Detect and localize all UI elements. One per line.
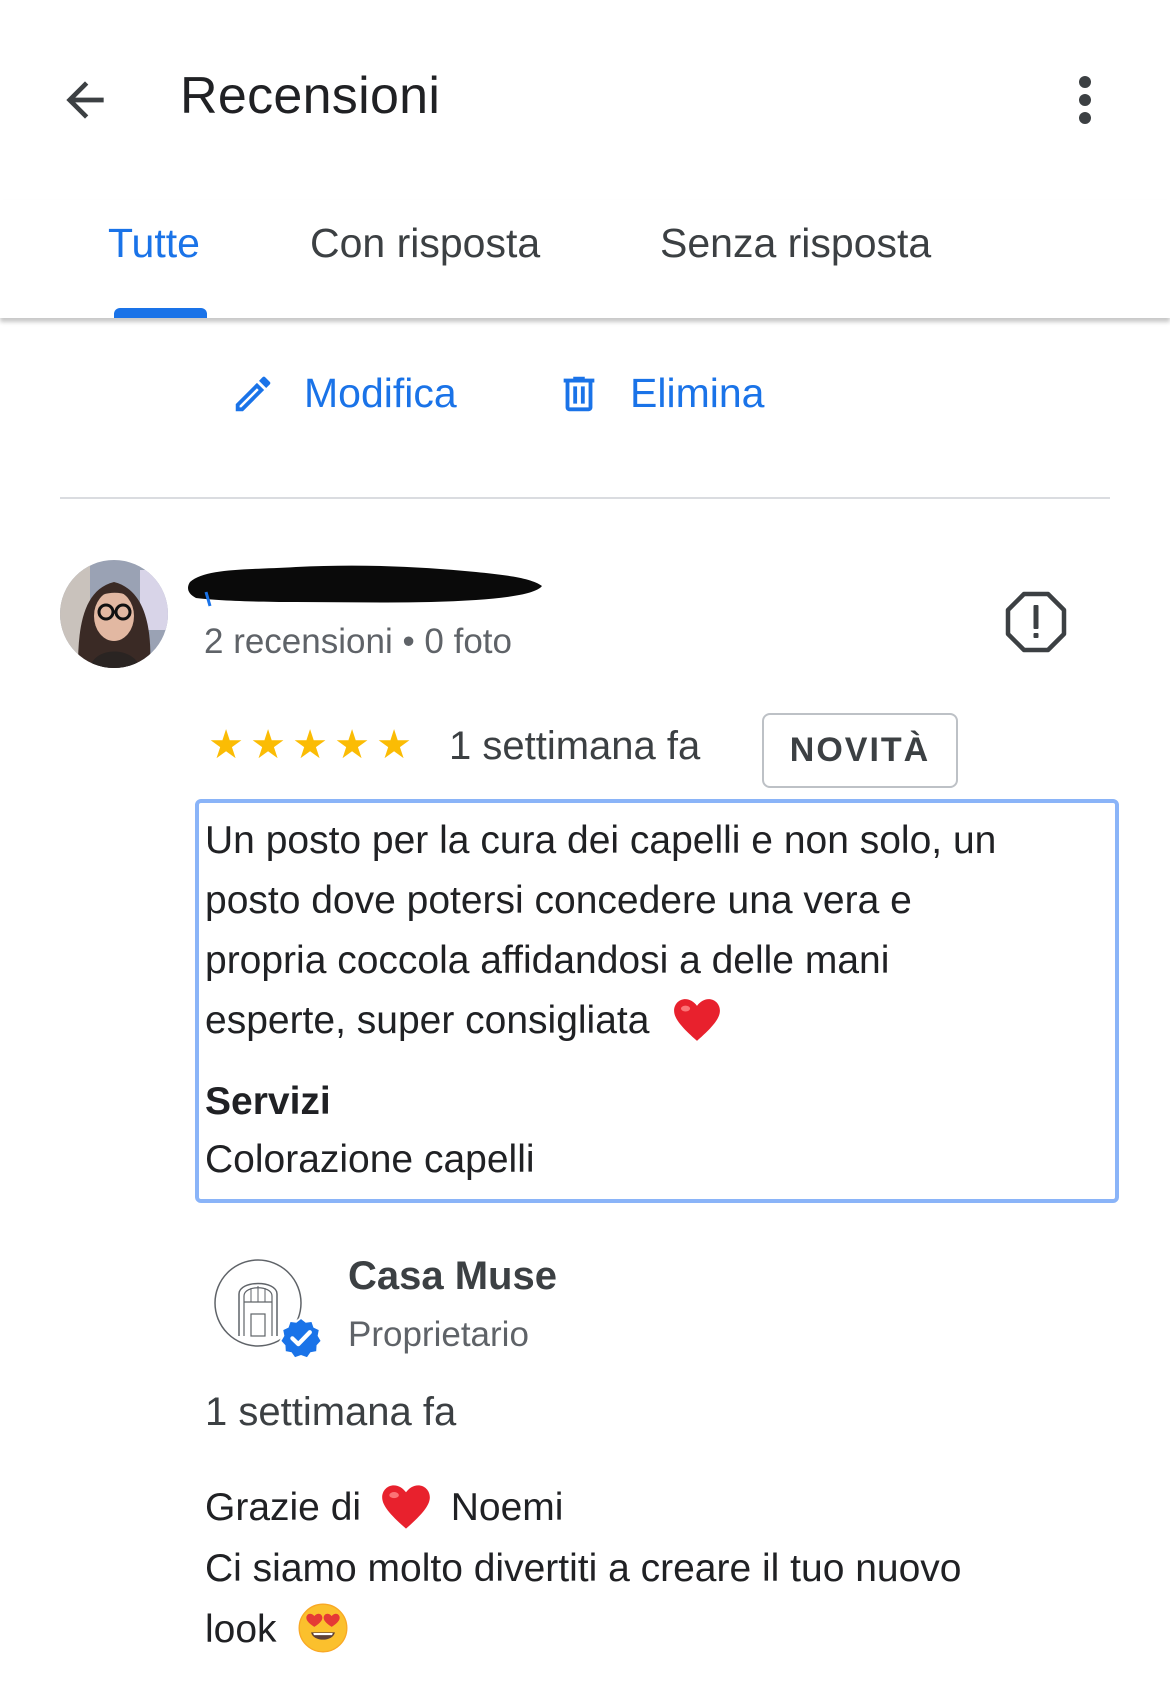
heart-eyes-emoji-icon — [298, 1603, 348, 1653]
reply-date: 1 settimana fa — [205, 1390, 457, 1434]
review-text: Un posto per la cura dei capelli e non s… — [205, 811, 1109, 1051]
review-line: propria coccola affidandosi a delle mani — [205, 939, 890, 982]
edit-label: Modifica — [304, 370, 457, 416]
trash-icon — [563, 376, 595, 411]
rating-row: ★ ★ ★ ★ ★ 1 settimana fa NOVITÀ — [205, 710, 965, 790]
edit-button[interactable]: Modifica — [230, 370, 457, 417]
verified-icon — [278, 1315, 324, 1361]
star-icon: ★ — [292, 723, 328, 767]
new-badge: NOVITÀ — [762, 713, 958, 788]
review-date: 1 settimana fa — [449, 724, 701, 768]
reviews-screen: Recensioni Tutte Con risposta Senza risp… — [0, 0, 1170, 1686]
divider — [60, 497, 1110, 499]
tab-bar: Tutte Con risposta Senza risposta — [0, 200, 1170, 318]
back-button[interactable] — [50, 65, 120, 135]
review-line: Un posto per la cura dei capelli e non s… — [205, 819, 997, 862]
reply-line: Grazie di — [205, 1486, 362, 1529]
more-vert-icon — [1079, 76, 1091, 88]
star-icon: ★ — [334, 723, 370, 767]
review-line: esperte, super consigliata — [205, 999, 650, 1042]
report-button[interactable] — [1004, 590, 1068, 654]
tab-tutte[interactable]: Tutte — [108, 220, 200, 267]
more-options-button[interactable] — [1060, 70, 1110, 130]
star-icon: ★ — [250, 723, 286, 767]
services-value: Colorazione capelli — [205, 1138, 535, 1181]
tab-senza-risposta[interactable]: Senza risposta — [660, 220, 931, 267]
tab-con-risposta[interactable]: Con risposta — [310, 220, 540, 267]
reply-line: Noemi — [450, 1486, 564, 1529]
reply-text: Grazie di Noemi Ci siamo molto divertiti… — [205, 1477, 1105, 1660]
report-icon — [1005, 591, 1067, 653]
review-actions: Modifica Elimina — [0, 370, 1170, 440]
star-icon: ★ — [376, 723, 412, 767]
page-title: Recensioni — [180, 67, 441, 125]
owner-name: Casa Muse — [348, 1254, 557, 1298]
reviewer-meta: 2 recensioni • 0 foto — [204, 622, 512, 661]
reviewer-name-redacted — [186, 558, 546, 608]
services-title: Servizi — [205, 1080, 331, 1123]
review-line: posto dove potersi concedere una vera e — [205, 879, 912, 922]
heart-icon — [674, 998, 721, 1041]
star-icon: ★ — [208, 723, 244, 767]
star-rating: ★ ★ ★ ★ ★ — [205, 722, 415, 768]
arrow-back-icon — [66, 81, 104, 119]
reply-line: Ci siamo molto divertiti a creare il tuo… — [205, 1547, 962, 1590]
review-text-box[interactable]: Un posto per la cura dei capelli e non s… — [195, 799, 1119, 1203]
delete-label: Elimina — [630, 370, 765, 416]
pencil-icon — [235, 376, 271, 411]
top-app-bar: Recensioni — [0, 0, 1170, 200]
reviewer-avatar[interactable] — [60, 560, 168, 668]
heart-icon — [382, 1485, 430, 1529]
delete-button[interactable]: Elimina — [556, 370, 764, 417]
active-tab-indicator — [114, 308, 207, 318]
reply-line: look — [205, 1608, 277, 1651]
owner-role: Proprietario — [348, 1315, 529, 1354]
